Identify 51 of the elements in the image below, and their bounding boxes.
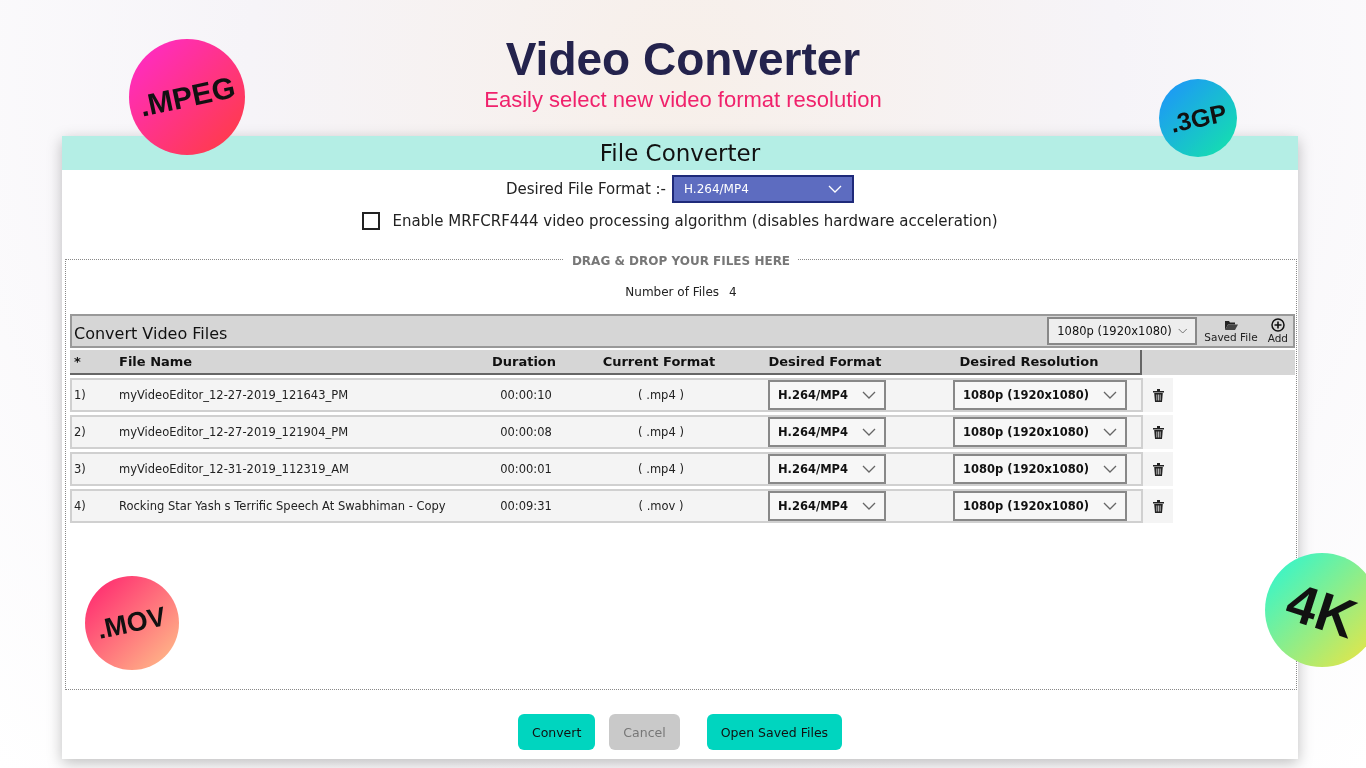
format-dropdown[interactable]: H.264/MP4 [767, 380, 887, 410]
window-title: File Converter [599, 140, 761, 166]
table-row[interactable]: 3) myVideoEditor_12-31-2019_112319_AM 00:00:01 ( .mp4 ) H.264/MP4 1080p (1920x1080) [70, 452, 1143, 486]
current-format-cell-text: ( .mp4 ) [637, 388, 685, 402]
open-saved-files-button[interactable]: Open Saved Files [706, 714, 843, 750]
resolution-dropdown[interactable]: 1080p (1920x1080) [952, 417, 1128, 447]
toolbar-button[interactable]: Add [1264, 318, 1291, 344]
format-label: Desired File Format :- [505, 180, 667, 198]
duration-cell-text: 00:00:10 [499, 388, 553, 402]
column-header: Current Format [601, 354, 717, 369]
table-row[interactable]: 2) myVideoEditor_12-27-2019_121904_PM 00:00:08 ( .mp4 ) H.264/MP4 1080p (1920x1080) [70, 415, 1143, 449]
file-name-cell-text: Rocking Star Yash s Terrific Speech At Swabhiman - Copy [118, 499, 447, 513]
current-format-cell-text: ( .mov ) [637, 499, 685, 513]
file-count-value: 4 [729, 285, 737, 299]
format-dropdown[interactable]: H.264/MP4 [767, 454, 887, 484]
banner-subtitle: Easily select new video format resolution [484, 87, 882, 113]
convert-button[interactable]: Convert [517, 714, 596, 750]
resolution-dropdown[interactable]: 1080p (1920x1080) [952, 454, 1128, 484]
resolution-dropdown[interactable]: 1080p (1920x1080) [952, 380, 1128, 410]
column-header: Desired Resolution [958, 354, 1100, 369]
table-row[interactable]: 4) Rocking Star Yash s Terrific Speech At Swabhiman - Copy 00:09:31 ( .mov ) H.264/MP4 1080p (1920x1080) [70, 489, 1143, 523]
file-name-cell-text: myVideoEditor_12-31-2019_112319_AM [118, 462, 351, 476]
row-number: 4) [73, 499, 87, 513]
banner-title: Video Converter [505, 33, 861, 85]
column-header: Desired Format [767, 354, 883, 369]
column-header: File Name [118, 354, 194, 369]
duration-cell-text: 00:09:31 [499, 499, 553, 513]
checkbox-label: Enable MRFCRF444 video processing algorithm (disables hardware acceleration) [392, 212, 998, 230]
duration-cell-text: 00:00:08 [499, 425, 553, 439]
file-count-label: Number of Files [625, 285, 720, 299]
file-name-cell-text: myVideoEditor_12-27-2019_121904_PM [118, 425, 350, 439]
format-badge: .MPEG [129, 39, 245, 155]
format-dropdown[interactable]: H.264/MP4 [672, 175, 855, 203]
toolbar-button[interactable]: Saved File [1201, 319, 1261, 343]
column-header: * [73, 354, 82, 369]
table-row[interactable]: 1) myVideoEditor_12-27-2019_121643_PM 00:00:10 ( .mp4 ) H.264/MP4 1080p (1920x1080) [70, 378, 1143, 412]
current-format-cell-text: ( .mp4 ) [637, 462, 685, 476]
duration-cell-text: 00:00:01 [499, 462, 553, 476]
row-number: 3) [73, 462, 87, 476]
panel-title: Convert Video Files [74, 323, 229, 343]
row-number: 2) [73, 425, 87, 439]
resolution-dropdown[interactable]: 1080p (1920x1080) [1047, 317, 1198, 345]
format-dropdown[interactable]: H.264/MP4 [767, 491, 887, 521]
row-number: 1) [73, 388, 87, 402]
drop-zone-legend: DRAG & DROP YOUR FILES HERE [571, 254, 791, 268]
current-format-cell-text: ( .mp4 ) [637, 425, 685, 439]
format-dropdown[interactable]: H.264/MP4 [767, 417, 887, 447]
format-badge: .3GP [1159, 79, 1237, 157]
file-name-cell-text: myVideoEditor_12-27-2019_121643_PM [118, 388, 350, 402]
resolution-dropdown[interactable]: 1080p (1920x1080) [952, 491, 1128, 521]
column-header: Duration [490, 354, 558, 369]
